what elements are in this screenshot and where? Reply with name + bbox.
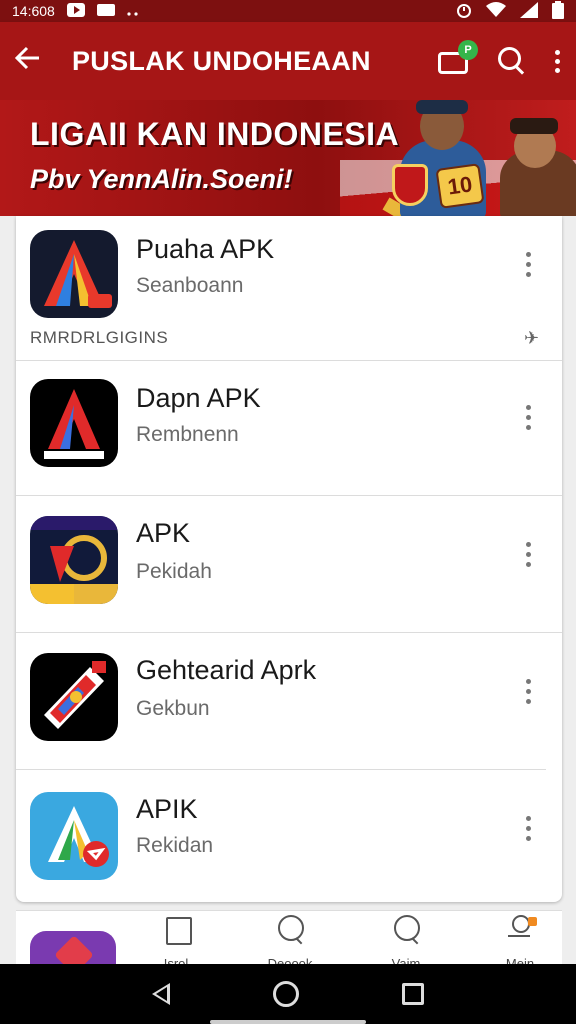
app-icon	[30, 792, 118, 880]
person-cap	[416, 100, 468, 114]
app-bar: PUSLAK UNDOHEAAN P	[0, 22, 576, 100]
search-icon	[274, 915, 306, 945]
app-icon	[30, 516, 118, 604]
nav-item[interactable]: Deoook	[250, 915, 330, 971]
system-home-icon[interactable]	[272, 981, 299, 1007]
back-arrow-icon[interactable]	[14, 44, 58, 78]
list-item[interactable]: Dapn APK Rembnenn	[16, 361, 562, 495]
banner-headline: LIGAII KAN INDONESIA	[30, 116, 400, 152]
overflow-menu-icon[interactable]	[552, 49, 562, 73]
banner-badge: 10	[435, 163, 485, 209]
app-name: APIK	[136, 794, 198, 824]
app-subtitle: Pekidah	[136, 560, 212, 583]
system-navigation-bar	[0, 964, 576, 1024]
app-list-card: Puaha APK Seanboann RMRDRLGIGINS ✈ Dapn …	[16, 216, 562, 902]
profile-icon	[504, 915, 537, 945]
status-bar: 14:608	[0, 0, 576, 22]
app-icon	[30, 379, 118, 467]
list-item[interactable]: APK Pekidah	[16, 496, 562, 632]
app-icon	[30, 653, 118, 741]
nav-item[interactable]: Isrol	[136, 915, 216, 971]
app-subtitle: Seanboann	[136, 274, 244, 297]
home-indicator	[210, 1020, 366, 1024]
list-item[interactable]: Gehtearid Aprk Gekbun	[16, 633, 562, 769]
search-icon[interactable]	[498, 47, 526, 75]
chat-badge: P	[458, 40, 478, 60]
app-subtitle: Gekbun	[136, 697, 210, 720]
app-icon	[30, 230, 118, 318]
app-name: Dapn APK	[136, 383, 261, 413]
nav-item[interactable]: Mein	[480, 915, 560, 971]
alarm-icon	[456, 2, 472, 21]
signal-icon	[520, 1, 538, 21]
bottom-navigation: Isrol Deoook Vaim Mein	[16, 910, 562, 971]
app-name: APK	[136, 518, 191, 548]
wifi-icon	[486, 1, 506, 21]
system-recents-icon[interactable]	[402, 983, 425, 1005]
pin-icon[interactable]: ✈	[524, 328, 539, 349]
chat-button[interactable]: P	[438, 40, 478, 76]
banner-tagline: Pbv YennAlin.Soeni!	[30, 164, 293, 194]
app-more-icon[interactable]	[526, 542, 531, 567]
youtube-icon	[66, 2, 85, 20]
app-subtitle: Rekidan	[136, 834, 214, 857]
status-time: 14:608	[12, 3, 55, 19]
emblem-icon	[392, 164, 428, 206]
app-subtitle: Rembnenn	[136, 423, 239, 446]
battery-icon	[552, 0, 564, 22]
page-title: PUSLAK UNDOHEAAN	[72, 45, 371, 76]
section-label: RMRDRLGIGINS	[30, 328, 169, 347]
more-notifications-icon	[127, 3, 139, 19]
app-name: Gehtearid Aprk	[136, 655, 317, 685]
app-more-icon[interactable]	[526, 679, 531, 704]
promo-banner[interactable]: 10 LIGAII KAN INDONESIA Pbv YennAlin.Soe…	[0, 100, 576, 216]
person-cap	[510, 118, 558, 134]
message-icon	[96, 3, 115, 19]
list-item[interactable]: Puaha APK Seanboann RMRDRLGIGINS ✈	[16, 216, 562, 360]
list-item[interactable]: APIK Rekidan	[16, 770, 562, 902]
system-back-icon[interactable]	[151, 983, 170, 1005]
app-more-icon[interactable]	[526, 252, 531, 277]
flag-icon	[160, 915, 192, 945]
search-icon	[390, 915, 422, 945]
nav-item[interactable]: Vaim	[366, 915, 446, 971]
app-more-icon[interactable]	[526, 405, 531, 430]
app-name: Puaha APK	[136, 234, 275, 264]
app-more-icon[interactable]	[526, 816, 531, 841]
